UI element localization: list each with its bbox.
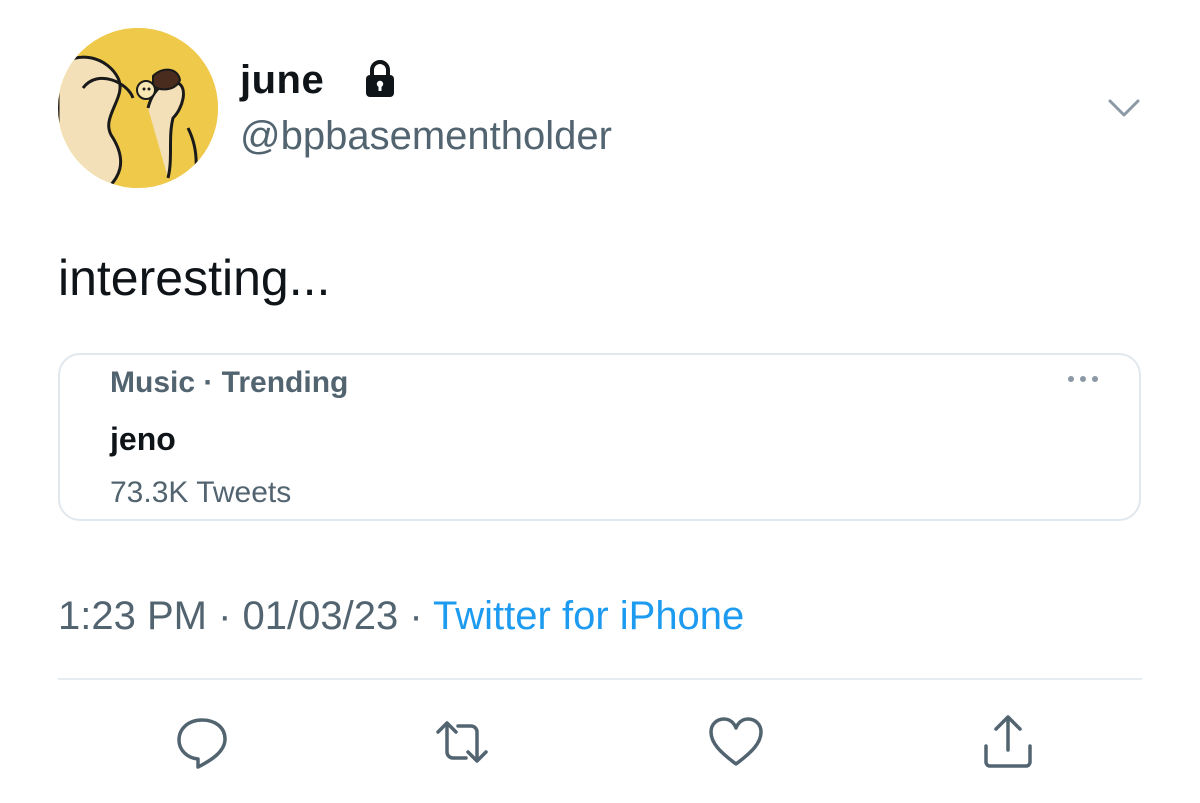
retweet-button[interactable] (432, 712, 492, 772)
author-display-name[interactable]: june (240, 56, 324, 104)
tweet-date[interactable]: 01/03/23 (243, 594, 399, 638)
author-handle[interactable]: @bpbasementholder (240, 112, 612, 160)
tweet-source-link[interactable]: Twitter for iPhone (433, 594, 744, 638)
avatar-illustration (58, 28, 218, 188)
avatar[interactable] (58, 28, 218, 188)
trend-card[interactable]: Music · Trending jeno 73.3K Tweets (58, 353, 1141, 521)
tweet-text: interesting... (58, 250, 331, 306)
like-icon (709, 717, 763, 766)
trend-topic: jeno (110, 421, 176, 457)
retweet-icon (436, 721, 488, 763)
share-icon (984, 715, 1032, 768)
tweet-time[interactable]: 1:23 PM (58, 594, 207, 638)
more-icon[interactable] (1063, 369, 1103, 389)
like-button[interactable] (706, 712, 766, 772)
tweet-meta: 1:23 PM · 01/03/23 · Twitter for iPhone (58, 590, 744, 642)
divider (58, 678, 1142, 680)
meta-separator: · (398, 594, 434, 638)
chevron-down-icon[interactable] (1104, 90, 1144, 124)
reply-icon (177, 718, 227, 769)
trend-tweet-count: 73.3K Tweets (110, 476, 292, 509)
share-button[interactable] (978, 712, 1038, 772)
lock-icon (366, 60, 394, 97)
reply-button[interactable] (172, 712, 232, 772)
meta-separator: · (206, 594, 243, 638)
trend-context: Music · Trending (110, 366, 349, 399)
